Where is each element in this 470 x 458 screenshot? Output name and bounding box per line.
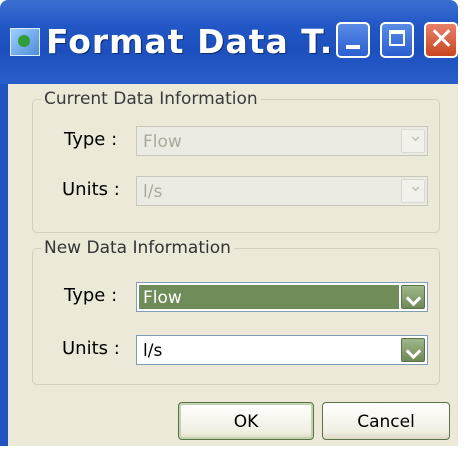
app-icon [10, 28, 40, 56]
current-data-legend: Current Data Information [41, 89, 261, 109]
maximize-button[interactable] [380, 22, 414, 58]
window-border [0, 84, 8, 446]
new-units-combo[interactable]: l/s [136, 335, 428, 365]
chevron-down-icon[interactable] [401, 338, 425, 362]
current-units-label: Units : [62, 179, 120, 200]
current-type-combo: Flow [136, 125, 428, 156]
current-type-value: Flow [143, 132, 182, 152]
minimize-button[interactable] [336, 22, 370, 58]
title-bar[interactable]: Format Data T... ✕ [0, 0, 458, 84]
new-type-value: Flow [143, 288, 182, 308]
chevron-down-icon [401, 125, 425, 153]
new-data-legend: New Data Information [41, 238, 234, 258]
close-icon: ✕ [429, 22, 455, 57]
new-units-value: l/s [143, 341, 163, 361]
new-type-label: Type : [64, 285, 118, 306]
minimize-icon [346, 45, 360, 49]
format-data-window: Format Data T... ✕ Current Data Informat… [0, 0, 458, 446]
current-type-label: Type : [64, 129, 118, 150]
cancel-label: Cancel [357, 412, 415, 432]
ok-label: OK [233, 412, 259, 432]
new-type-combo[interactable]: Flow [136, 282, 428, 312]
close-button[interactable]: ✕ [424, 22, 458, 58]
maximize-icon [389, 30, 405, 46]
ok-button[interactable]: OK [178, 402, 314, 440]
current-units-value: l/s [143, 182, 163, 202]
cancel-button[interactable]: Cancel [322, 402, 450, 440]
new-units-label: Units : [62, 338, 120, 359]
chevron-down-icon [401, 175, 425, 203]
window-title: Format Data T... [46, 22, 361, 61]
chevron-down-icon[interactable] [401, 285, 425, 309]
current-units-combo: l/s [136, 175, 428, 206]
current-data-group: Current Data Information [32, 89, 440, 233]
